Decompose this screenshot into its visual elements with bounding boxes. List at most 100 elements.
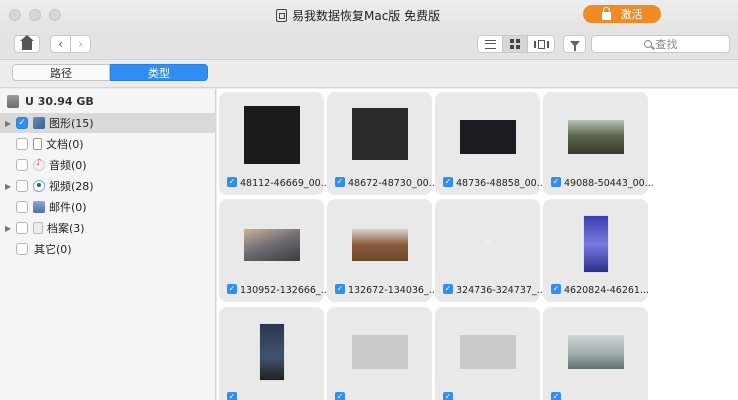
sidebar-item-audio[interactable]: 音频(0): [0, 155, 216, 175]
file-thumbnail: [567, 335, 624, 369]
image-icon: [33, 117, 45, 129]
file-card[interactable]: ✓: [543, 307, 648, 400]
drive-item[interactable]: U 30.94 GB: [0, 91, 216, 111]
sidebar-item-label: 图形(15): [49, 117, 94, 130]
file-name: 49088-50443_00...: [564, 178, 654, 189]
grid-view-icon: [510, 39, 520, 49]
sidebar: U 30.94 GB ▶ ✓ 图形(15) 文档(0) 音频(0) ▶ 视频(2…: [0, 89, 216, 400]
title-bar: 易我数据恢复Mac版 免费版 激活: [0, 0, 738, 30]
search-placeholder: 查找: [655, 38, 678, 51]
file-card[interactable]: ✓ 324736-324737_...: [435, 199, 546, 302]
file-checkbox[interactable]: ✓: [227, 392, 237, 400]
file-card[interactable]: ✓ 48672-48730_00...: [327, 92, 438, 195]
sidebar-item-video[interactable]: ▶ 视频(28): [0, 176, 216, 196]
file-checkbox[interactable]: ✓: [443, 392, 453, 400]
disclosure-triangle-icon[interactable]: ▶: [5, 119, 14, 128]
file-checkbox[interactable]: ✓: [551, 392, 561, 400]
zoom-window-button[interactable]: [49, 9, 61, 21]
sidebar-item-label: 文档(0): [46, 138, 84, 151]
file-checkbox[interactable]: ✓: [227, 284, 237, 294]
file-checkbox[interactable]: ✓: [335, 177, 345, 187]
close-window-button[interactable]: [9, 9, 21, 21]
chevron-right-icon: ›: [78, 37, 83, 51]
file-thumbnail: [567, 120, 624, 154]
file-card[interactable]: ✓ 48112-46669_00...: [219, 92, 330, 195]
file-thumbnail: [459, 335, 516, 369]
sidebar-item-label: 邮件(0): [49, 201, 87, 214]
music-icon: [33, 158, 45, 171]
list-view-icon: [484, 39, 496, 49]
file-card[interactable]: ✓ 4620824-46261...: [543, 199, 650, 302]
window-title: 易我数据恢复Mac版 免费版: [292, 9, 441, 23]
file-name: 48672-48730_00...: [348, 178, 438, 189]
disclosure-triangle-icon[interactable]: ▶: [5, 182, 14, 191]
checkbox[interactable]: [16, 201, 28, 213]
app-window: 易我数据恢复Mac版 免费版 激活 ‹ › 查找 路径 类型 U 30.94 G…: [0, 0, 738, 400]
file-card[interactable]: ✓ 130952-132666_...: [219, 199, 330, 302]
drive-label: U 30.94 GB: [25, 94, 94, 108]
chevron-left-icon: ‹: [58, 37, 63, 51]
file-checkbox[interactable]: ✓: [443, 284, 453, 294]
grid-view-button[interactable]: [502, 35, 528, 53]
filmstrip-view-button[interactable]: [527, 35, 555, 53]
sidebar-item-images[interactable]: ▶ ✓ 图形(15): [0, 113, 216, 133]
filter-icon: [569, 41, 580, 51]
sidebar-item-archives[interactable]: ▶ 档案(3): [0, 218, 216, 238]
sidebar-item-label: 音频(0): [49, 159, 87, 172]
home-icon: [20, 35, 34, 50]
file-checkbox[interactable]: ✓: [443, 177, 453, 187]
archive-icon: [33, 222, 43, 234]
file-thumbnail: [351, 335, 408, 369]
search-input[interactable]: 查找: [591, 35, 730, 53]
disclosure-triangle-icon[interactable]: ▶: [5, 224, 14, 233]
file-thumbnail: [485, 239, 490, 244]
file-thumbnail: [459, 120, 516, 154]
file-card[interactable]: ✓: [327, 307, 432, 400]
activate-label: 激活: [620, 8, 643, 21]
tab-type[interactable]: 类型: [110, 64, 208, 81]
toolbar: ‹ › 查找: [0, 30, 738, 60]
file-name: 324736-324737_...: [456, 285, 546, 296]
file-card[interactable]: ✓: [219, 307, 324, 400]
file-grid: ✓ 48112-46669_00... ✓ 48672-48730_00... …: [217, 89, 738, 400]
file-thumbnail: [258, 323, 285, 381]
sidebar-item-other[interactable]: 其它(0): [0, 239, 216, 259]
home-button[interactable]: [14, 35, 40, 53]
checkbox[interactable]: [16, 138, 28, 150]
file-name: 132672-134036_...: [348, 285, 438, 296]
sidebar-item-documents[interactable]: 文档(0): [0, 134, 216, 154]
window-title-group: 易我数据恢复Mac版 免费版: [276, 7, 440, 24]
filmstrip-view-icon: [533, 39, 549, 49]
checkbox[interactable]: ✓: [16, 117, 28, 129]
checkbox[interactable]: [16, 180, 28, 192]
minimize-window-button[interactable]: [29, 9, 41, 21]
file-card[interactable]: ✓ 49088-50443_00...: [543, 92, 654, 195]
checkbox[interactable]: [16, 243, 28, 255]
file-checkbox[interactable]: ✓: [335, 392, 345, 400]
file-name: 48112-46669_00...: [240, 178, 330, 189]
file-card[interactable]: ✓: [435, 307, 540, 400]
file-checkbox[interactable]: ✓: [335, 284, 345, 294]
activate-button[interactable]: 激活: [583, 5, 661, 23]
filter-button[interactable]: [563, 35, 586, 53]
file-checkbox[interactable]: ✓: [551, 284, 561, 294]
back-button[interactable]: ‹: [50, 35, 71, 53]
sidebar-item-mail[interactable]: 邮件(0): [0, 197, 216, 217]
list-view-button[interactable]: [477, 35, 503, 53]
file-card[interactable]: ✓ 132672-134036_...: [327, 199, 438, 302]
file-checkbox[interactable]: ✓: [227, 177, 237, 187]
checkbox[interactable]: [16, 222, 28, 234]
file-thumbnail: [351, 229, 408, 261]
forward-button[interactable]: ›: [70, 35, 91, 53]
view-tabs: 路径 类型: [0, 60, 738, 88]
file-card[interactable]: ✓ 48736-48858_00...: [435, 92, 546, 195]
tab-path[interactable]: 路径: [12, 64, 110, 81]
checkbox[interactable]: [16, 159, 28, 171]
document-icon: [33, 138, 42, 150]
file-name: 4620824-46261...: [564, 285, 650, 296]
file-thumbnail: [582, 215, 609, 273]
file-checkbox[interactable]: ✓: [551, 177, 561, 187]
video-icon: [33, 180, 45, 192]
sidebar-item-label: 档案(3): [47, 222, 85, 235]
lock-icon: [601, 6, 611, 20]
